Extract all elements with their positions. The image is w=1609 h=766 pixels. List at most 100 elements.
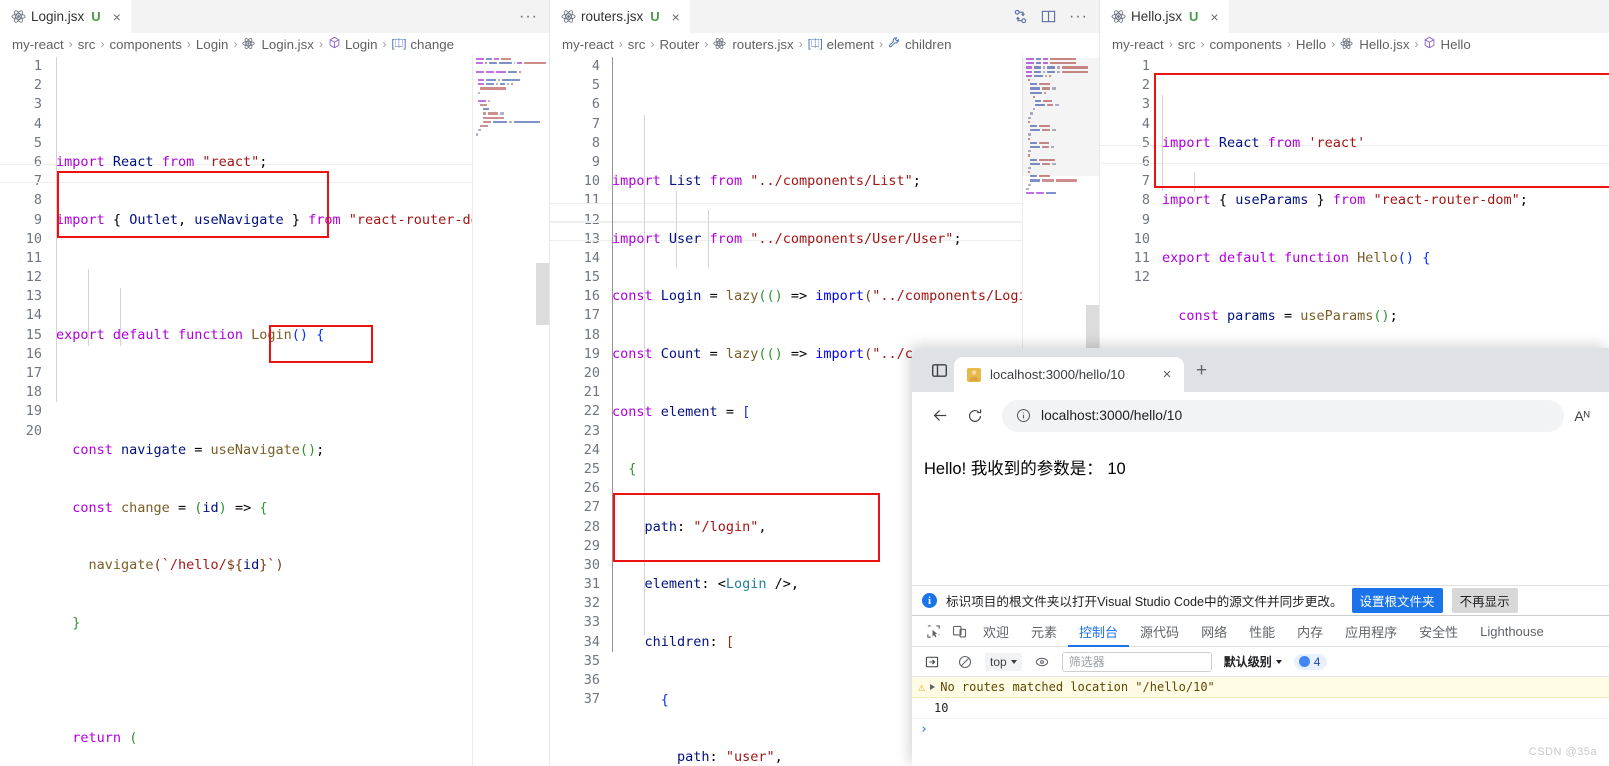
line-number: 33 — [583, 614, 600, 631]
breadcrumb-item[interactable]: Router — [659, 37, 699, 52]
address-bar[interactable]: localhost:3000/hello/10 — [1002, 399, 1564, 432]
console-warning-text: No routes matched location "/hello/10" — [940, 680, 1215, 694]
devtools-tab-application[interactable]: 应用程序 — [1334, 616, 1408, 647]
address-text: localhost:3000/hello/10 — [1041, 408, 1183, 423]
breadcrumb-item-symbol[interactable]: children — [888, 36, 952, 52]
set-root-folder-button[interactable]: 设置根文件夹 — [1351, 588, 1443, 613]
variable-icon: [⎅] — [391, 37, 407, 50]
more-actions-icon[interactable]: ··· — [1069, 8, 1088, 26]
line-number: 5 — [591, 77, 600, 94]
code-text-login[interactable]: import React from "react"; import { Outl… — [42, 55, 503, 766]
split-editor-icon[interactable] — [1041, 9, 1056, 24]
source-control-icon[interactable] — [1013, 9, 1028, 24]
breadcrumb-item-file[interactable]: routers.jsx — [713, 36, 794, 52]
live-expression-icon[interactable] — [1029, 649, 1055, 675]
minimap-viewport[interactable] — [1022, 58, 1100, 176]
breadcrumb-item[interactable]: Login — [196, 37, 229, 52]
back-icon[interactable] — [924, 400, 956, 432]
minimap-scrollbar[interactable] — [536, 263, 550, 325]
issues-badge[interactable]: 4 — [1293, 653, 1328, 670]
prompt-caret-icon: › — [920, 722, 928, 737]
chevron-right-icon: › — [798, 37, 803, 51]
breadcrumb-item[interactable]: Hello — [1296, 37, 1326, 52]
breadcrumb-item-symbol[interactable]: [⎅] change — [391, 37, 454, 52]
tabbar-hello: Hello.jsx U × — [1100, 0, 1609, 33]
breadcrumb-item-file[interactable]: Hello.jsx — [1340, 37, 1409, 52]
log-level-select[interactable]: 默认级别 — [1219, 651, 1287, 672]
execution-context-select[interactable]: top — [985, 652, 1022, 671]
devtools-tabbar: 欢迎 元素 控制台 源代码 网络 性能 内存 应用程序 安全性 Lighthou… — [912, 616, 1609, 647]
line-number: 6 — [591, 96, 600, 113]
breadcrumb-item[interactable]: src — [628, 37, 646, 52]
breadcrumb-item-symbol[interactable]: [⎅] element — [808, 37, 874, 52]
inspect-element-icon[interactable] — [920, 618, 946, 644]
console-sidebar-icon[interactable] — [919, 649, 945, 675]
devtools-tab-network[interactable]: 网络 — [1190, 616, 1238, 647]
new-tab-button[interactable]: + — [1196, 360, 1207, 382]
line-number: 15 — [25, 326, 42, 343]
line-number: 9 — [1141, 211, 1150, 228]
breadcrumb-item[interactable]: my-react — [12, 37, 64, 52]
reload-icon[interactable] — [959, 400, 991, 432]
close-icon[interactable]: × — [672, 10, 680, 24]
code-area-login[interactable]: 1 2 3 4 5 6 7 8 9 10 11 12 13 14 15 16 17 18 19 20 import R… — [0, 55, 550, 766]
devtools-tab-welcome[interactable]: 欢迎 — [972, 616, 1020, 647]
line-number: 4 — [591, 58, 600, 74]
line-number: 14 — [583, 249, 600, 266]
console-row-warning[interactable]: ⚠ No routes matched location "/hello/10" — [912, 677, 1609, 698]
chevron-right-icon: › — [382, 37, 387, 51]
line-number: 27 — [583, 499, 600, 516]
close-icon[interactable]: × — [1210, 10, 1218, 24]
console-prompt[interactable]: › — [912, 719, 1609, 740]
chevron-right-icon: › — [1331, 37, 1336, 51]
cube-icon — [1423, 36, 1436, 52]
tab-login-jsx[interactable]: Login.jsx U × — [0, 0, 132, 33]
close-icon[interactable]: × — [113, 10, 121, 24]
devtools-tab-sources[interactable]: 源代码 — [1129, 616, 1190, 647]
line-number: 32 — [583, 595, 600, 612]
browser-tab[interactable]: localhost:3000/hello/10 × — [954, 357, 1184, 392]
console-row-log[interactable]: 10 — [912, 698, 1609, 719]
minimap-login[interactable] — [472, 55, 550, 766]
devtools-tab-performance[interactable]: 性能 — [1238, 616, 1286, 647]
breadcrumb-item-symbol[interactable]: Hello — [1423, 36, 1471, 52]
chevron-right-icon: › — [878, 37, 883, 51]
close-icon[interactable]: × — [1159, 366, 1175, 383]
devtools-tab-lighthouse[interactable]: Lighthouse — [1469, 616, 1555, 647]
translate-icon[interactable]: Aᴺ — [1567, 408, 1597, 424]
tab-hello-jsx[interactable]: Hello.jsx U × — [1100, 0, 1230, 33]
device-toolbar-icon[interactable] — [946, 618, 972, 644]
devtools-tab-elements[interactable]: 元素 — [1020, 616, 1068, 647]
chevron-right-icon: › — [1414, 37, 1419, 51]
breadcrumb-item-symbol[interactable]: Login — [328, 36, 377, 52]
breadcrumb-item-file[interactable]: Login.jsx — [242, 37, 314, 52]
breadcrumb-label: routers.jsx — [732, 36, 794, 52]
breadcrumb-item[interactable]: src — [1178, 37, 1196, 52]
info-circle-icon[interactable] — [1016, 408, 1031, 423]
line-number: 11 — [25, 249, 42, 266]
line-number: 2 — [33, 77, 42, 94]
devtools-tab-security[interactable]: 安全性 — [1408, 616, 1469, 647]
tab-search-icon[interactable] — [924, 355, 954, 385]
chevron-right-icon: › — [650, 37, 655, 51]
variable-icon: [⎅] — [807, 37, 823, 50]
breadcrumb-item[interactable]: components — [109, 37, 181, 52]
tabbar-actions-login: ··· — [519, 0, 550, 33]
devtools-tab-memory[interactable]: 内存 — [1286, 616, 1334, 647]
tab-routers-jsx[interactable]: routers.jsx U × — [550, 0, 691, 33]
clear-console-icon[interactable] — [952, 649, 978, 675]
console-filter-input[interactable]: 筛选器 — [1061, 651, 1212, 672]
browser-tab-title: localhost:3000/hello/10 — [990, 367, 1125, 382]
expand-triangle-icon[interactable] — [930, 684, 936, 690]
line-number: 25 — [583, 460, 600, 477]
breadcrumb-item[interactable]: src — [78, 37, 96, 52]
wrench-icon — [888, 36, 901, 52]
tabbar-login: Login.jsx U × ··· — [0, 0, 550, 33]
dont-show-again-button[interactable]: 不再显示 — [1451, 588, 1518, 613]
devtools-tab-console[interactable]: 控制台 — [1068, 616, 1129, 647]
line-number: 17 — [25, 365, 42, 381]
breadcrumb-item[interactable]: my-react — [562, 37, 614, 52]
breadcrumb-item[interactable]: my-react — [1112, 37, 1164, 52]
breadcrumb-item[interactable]: components — [1209, 37, 1281, 52]
more-actions-icon[interactable]: ··· — [519, 8, 538, 26]
